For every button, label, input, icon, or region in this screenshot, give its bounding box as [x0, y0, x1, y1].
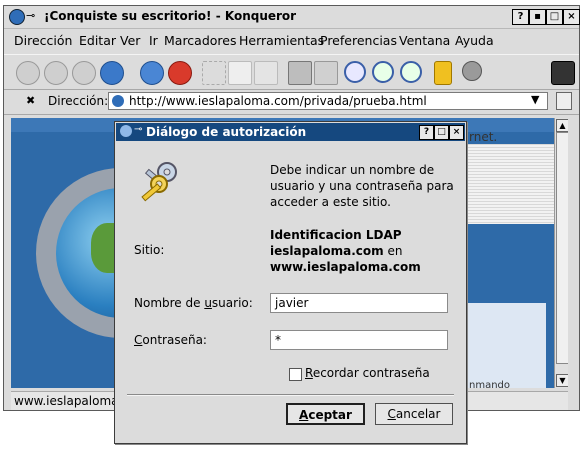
remember-label-post: ecordar contraseña [312, 366, 430, 380]
menu-ventana[interactable]: Ventana [399, 33, 450, 48]
paste-icon[interactable] [254, 61, 278, 85]
stop-icon[interactable] [168, 61, 192, 85]
remember-label-accel: R [305, 366, 313, 380]
dialog-help-button[interactable]: ? [419, 125, 434, 140]
window-title: ¡Conquiste su escritorio! - Konqueror [44, 9, 297, 23]
dialog-title: Diálogo de autorización [146, 125, 307, 139]
print-icon[interactable] [288, 61, 312, 85]
main-toolbar [4, 54, 579, 90]
globe-icon [112, 95, 124, 107]
scroll-down-arrow-icon[interactable]: ▼ [556, 374, 568, 387]
clear-location-icon[interactable]: ✖ [26, 94, 35, 107]
accept-accel: A [299, 408, 309, 422]
site-domain: ieslapaloma.com [270, 244, 384, 258]
menu-bar: Dirección Editar Ver Ir Marcadores Herra… [4, 30, 579, 52]
cancel-label: ancelar [395, 407, 441, 421]
remember-label[interactable]: Recordar contraseña [305, 366, 430, 380]
menu-editar[interactable]: Editar [79, 33, 116, 48]
username-label-accel: u [204, 296, 212, 310]
username-label-post: suario: [211, 296, 253, 310]
cancel-button[interactable]: Cancelar [375, 403, 453, 425]
minimize-button[interactable]: ▪ [529, 9, 546, 25]
menu-ayuda[interactable]: Ayuda [455, 33, 494, 48]
download-icon[interactable] [462, 61, 482, 81]
dialog-pin-icon[interactable]: ⊸ [134, 124, 142, 135]
scroll-up-arrow-icon[interactable]: ▲ [556, 119, 568, 132]
forward-icon[interactable] [72, 61, 96, 85]
back-icon[interactable] [16, 61, 40, 85]
dialog-maximize-button[interactable]: □ [434, 125, 449, 140]
remember-checkbox[interactable] [289, 368, 302, 381]
site-line1: Identificacion LDAP [270, 228, 402, 242]
password-label-post: ontraseña: [142, 333, 207, 347]
location-bar: ✖ Dirección: http://www.ieslapaloma.com/… [4, 90, 579, 115]
site-info: Identificacion LDAP ieslapaloma.com en w… [270, 227, 421, 275]
close-button[interactable]: × [563, 9, 580, 25]
back-disabled-icon[interactable] [44, 61, 68, 85]
url-text: http://www.ieslapaloma.com/privada/prueb… [129, 94, 427, 108]
menu-preferencias[interactable]: Preferencias [320, 33, 397, 48]
username-label: Nombre de usuario: [134, 296, 253, 310]
url-input[interactable]: http://www.ieslapaloma.com/privada/prueb… [108, 92, 548, 110]
print-frame-icon[interactable] [314, 61, 338, 85]
maximize-button[interactable]: □ [546, 9, 563, 25]
vertical-scrollbar[interactable]: ▲ ▼ [554, 118, 568, 388]
reload-icon[interactable] [140, 61, 164, 85]
cut-icon[interactable] [202, 61, 226, 85]
window-titlebar[interactable]: ⊸ ¡Conquiste su escritorio! - Konqueror … [4, 6, 580, 29]
pin-icon[interactable]: ⊸ [26, 9, 35, 22]
page-partial-text-top: rnet. [469, 130, 498, 144]
scroll-thumb[interactable] [556, 132, 568, 364]
home-icon[interactable] [100, 61, 124, 85]
menu-ver[interactable]: Ver [120, 33, 140, 48]
menu-marcadores[interactable]: Marcadores [164, 33, 237, 48]
lock-icon[interactable] [434, 61, 452, 85]
status-text: www.ieslapaloma. [14, 394, 123, 408]
password-label: Contraseña: [134, 333, 207, 347]
menu-direccion[interactable]: Dirección [14, 33, 72, 48]
dialog-message-line: usuario y una contraseña para [270, 179, 454, 193]
site-line2-rest: en [383, 244, 403, 258]
keys-icon [141, 162, 177, 202]
dialog-app-icon[interactable] [120, 125, 132, 137]
site-line3: www.ieslapaloma.com [270, 260, 421, 274]
dialog-divider [127, 394, 454, 396]
zoom-out-icon[interactable] [400, 61, 422, 83]
menu-herramientas[interactable]: Herramientas [239, 33, 324, 48]
accept-label: ceptar [308, 408, 352, 422]
gear-icon [551, 61, 575, 85]
username-input[interactable]: javier [270, 293, 448, 313]
cancel-accel: C [387, 407, 396, 421]
dialog-titlebar[interactable]: ⊸ Diálogo de autorización ? □ × [116, 123, 465, 141]
username-label-pre: Nombre de [134, 296, 205, 310]
auth-dialog: ⊸ Diálogo de autorización ? □ × Debe ind… [114, 121, 467, 444]
konqueror-app-icon[interactable] [9, 9, 25, 25]
chevron-down-icon[interactable]: ▼ [531, 93, 539, 106]
accept-button[interactable]: Aceptar [286, 403, 365, 425]
zoom-in-icon[interactable] [372, 61, 394, 83]
location-label: Dirección: [48, 94, 109, 108]
dialog-message-line: Debe indicar un nombre de [270, 163, 435, 177]
go-icon[interactable] [556, 92, 572, 110]
password-input[interactable]: * [270, 330, 448, 350]
site-label: Sitio: [134, 243, 165, 257]
zoom-fit-icon[interactable] [344, 61, 366, 83]
dialog-message-line: acceder a este sitio. [270, 195, 391, 209]
dialog-close-button[interactable]: × [449, 125, 464, 140]
copy-icon[interactable] [228, 61, 252, 85]
page-partial-text-bottom: nmando [469, 380, 511, 388]
help-button[interactable]: ? [512, 9, 529, 25]
dialog-message: Debe indicar un nombre de usuario y una … [270, 162, 454, 210]
menu-ir[interactable]: Ir [149, 33, 158, 48]
